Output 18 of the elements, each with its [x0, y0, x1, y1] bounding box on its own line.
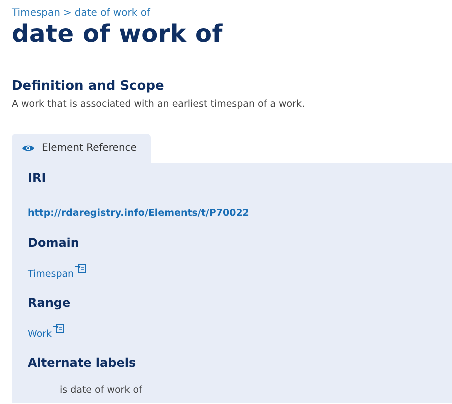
field-label: Alternate labels — [28, 355, 138, 372]
tab[interactable]: Element Reference — [12, 134, 151, 164]
breadcrumb-separator: > — [64, 7, 72, 21]
reference-link[interactable]: Work — [28, 328, 52, 342]
definition-text: A work that is associated with an earliest timespan of a work. — [12, 98, 306, 112]
reference-link[interactable]: Timespan — [28, 268, 74, 282]
breadcrumb-current: date of work of — [74, 7, 150, 21]
iri-link[interactable]: http://rdaregistry.info/Elements/t/P70022 — [28, 207, 250, 222]
external-link-icon — [53, 324, 64, 334]
field-label: Range — [28, 294, 72, 312]
field-label: Domain — [28, 234, 80, 252]
section-heading: Definition and Scope — [12, 78, 166, 94]
breadcrumb-link[interactable]: Timespan — [12, 6, 60, 21]
page-title: date of work of — [12, 21, 224, 49]
external-link-icon — [75, 264, 86, 274]
eye-icon — [22, 144, 35, 154]
field-label: IRI — [28, 170, 48, 188]
alternate-label: is date of work of — [60, 384, 144, 398]
